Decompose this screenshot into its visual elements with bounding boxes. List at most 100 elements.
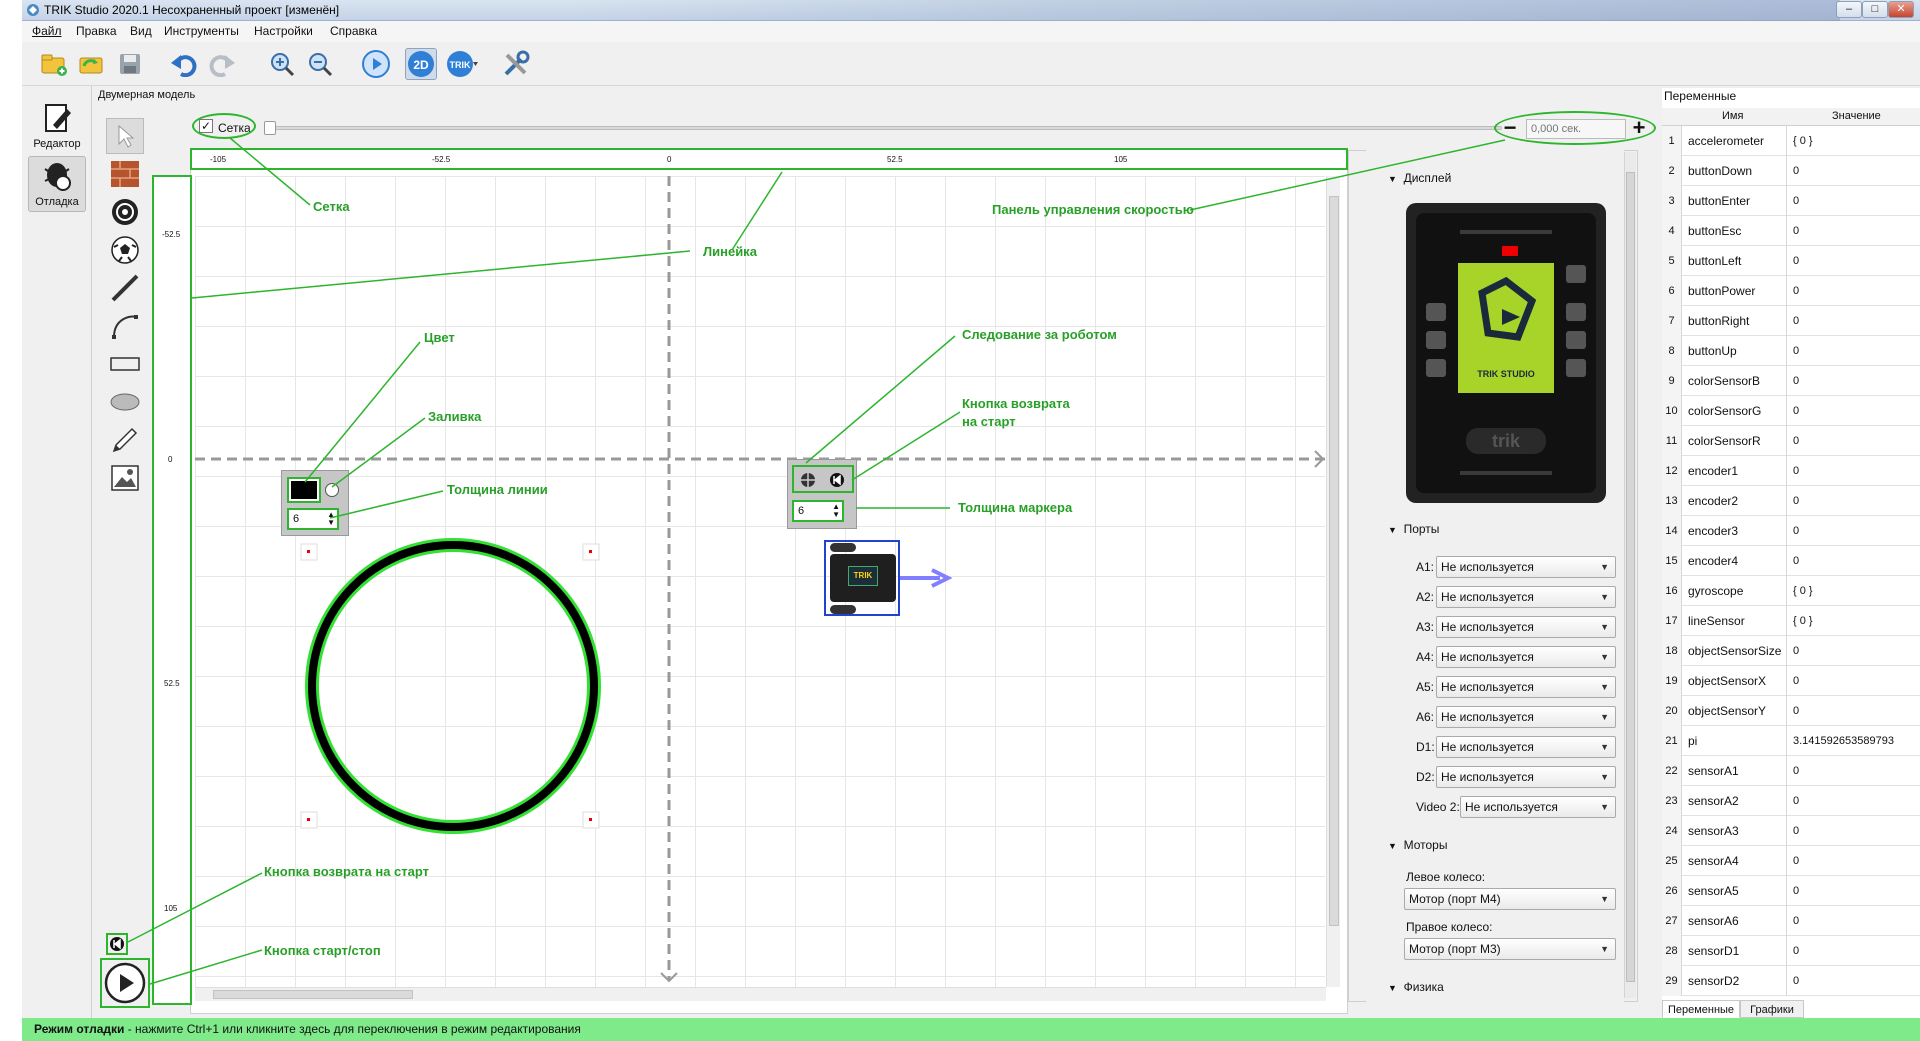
speed-slider-handle[interactable]: [264, 121, 276, 135]
physics-section-title[interactable]: ▼ Физика: [1388, 980, 1444, 994]
port-select[interactable]: Не используется ▼: [1436, 646, 1616, 668]
pencil-tool[interactable]: [106, 422, 144, 458]
port-select[interactable]: Не используется ▼: [1436, 556, 1616, 578]
wall-tool[interactable]: [106, 156, 144, 192]
col-name-header[interactable]: Имя: [1722, 110, 1743, 122]
variable-row[interactable]: 8 buttonUp 0: [1662, 336, 1920, 366]
motors-section-title[interactable]: ▼ Моторы: [1388, 838, 1447, 852]
left-wheel-select[interactable]: Мотор (порт M4) ▼: [1404, 888, 1616, 910]
port-select[interactable]: Не используется ▼: [1436, 706, 1616, 728]
variable-row[interactable]: 25 sensorA4 0: [1662, 846, 1920, 876]
port-select[interactable]: Не используется ▼: [1436, 616, 1616, 638]
menu-settings[interactable]: Настройки: [254, 24, 313, 38]
variable-row[interactable]: 6 buttonPower 0: [1662, 276, 1920, 306]
variable-row[interactable]: 18 objectSensorSize 0: [1662, 636, 1920, 666]
display-button[interactable]: [1566, 331, 1586, 349]
status-bar[interactable]: Режим отладки - нажмите Ctrl+1 или кликн…: [22, 1018, 1920, 1041]
ball-tool[interactable]: [106, 232, 144, 268]
color-picker[interactable]: [287, 477, 321, 503]
display-button[interactable]: [1426, 359, 1446, 377]
port-select[interactable]: Не используется ▼: [1436, 736, 1616, 758]
variable-row[interactable]: 2 buttonDown 0: [1662, 156, 1920, 186]
speed-slider-track[interactable]: [270, 126, 1502, 130]
2d-mode-button[interactable]: 2D: [405, 48, 437, 80]
col-value-header[interactable]: Значение: [1832, 110, 1881, 122]
settings-scrollbar[interactable]: [1624, 152, 1636, 998]
follow-robot-button[interactable]: [797, 470, 819, 490]
close-button[interactable]: ✕: [1888, 1, 1914, 18]
variable-row[interactable]: 5 buttonLeft 0: [1662, 246, 1920, 276]
marker-thickness-spinner[interactable]: 6 ▲ ▼: [792, 500, 844, 522]
variable-row[interactable]: 9 colorSensorB 0: [1662, 366, 1920, 396]
variable-row[interactable]: 12 encoder1 0: [1662, 456, 1920, 486]
port-select[interactable]: Не используется ▼: [1436, 766, 1616, 788]
right-wheel-select[interactable]: Мотор (порт M3) ▼: [1404, 938, 1616, 960]
display-button[interactable]: [1566, 359, 1586, 377]
robot-model[interactable]: TRIK: [824, 540, 900, 616]
variable-row[interactable]: 29 sensorD2 0: [1662, 966, 1920, 996]
run-icon[interactable]: [360, 48, 392, 80]
minimize-button[interactable]: –: [1836, 1, 1862, 18]
rectangle-tool[interactable]: [106, 346, 144, 382]
variable-row[interactable]: 7 buttonRight 0: [1662, 306, 1920, 336]
start-stop-button[interactable]: [100, 958, 150, 1008]
new-project-icon[interactable]: [38, 48, 70, 80]
editor-mode-button[interactable]: Редактор: [28, 98, 86, 154]
display-button[interactable]: [1566, 265, 1586, 283]
line-tool[interactable]: [106, 270, 144, 306]
cursor-tool[interactable]: [106, 118, 144, 154]
maximize-button[interactable]: □: [1862, 1, 1888, 18]
display-button[interactable]: [1566, 303, 1586, 321]
display-button[interactable]: [1426, 303, 1446, 321]
return-to-start-button[interactable]: [106, 933, 128, 955]
trik-kit-button[interactable]: TRIK: [446, 48, 478, 80]
variable-row[interactable]: 23 sensorA2 0: [1662, 786, 1920, 816]
display-section-title[interactable]: ▼ Дисплей: [1388, 171, 1451, 185]
undo-icon[interactable]: [168, 48, 200, 80]
zoom-out-icon[interactable]: [304, 48, 336, 80]
port-select[interactable]: Не используется ▼: [1436, 676, 1616, 698]
robot-return-button[interactable]: [826, 470, 848, 490]
menu-edit[interactable]: Правка: [76, 24, 117, 38]
tab-graphs[interactable]: Графики: [1740, 1000, 1804, 1018]
variable-row[interactable]: 28 sensorD1 0: [1662, 936, 1920, 966]
variable-row[interactable]: 14 encoder3 0: [1662, 516, 1920, 546]
display-button[interactable]: [1426, 331, 1446, 349]
variable-row[interactable]: 20 objectSensorY 0: [1662, 696, 1920, 726]
curve-tool[interactable]: [106, 308, 144, 344]
debug-mode-button[interactable]: Отладка: [28, 156, 86, 212]
variable-row[interactable]: 17 lineSensor { 0 }: [1662, 606, 1920, 636]
canvas-vertical-scrollbar[interactable]: [1326, 176, 1340, 987]
menu-file[interactable]: Файл: [32, 24, 62, 38]
variable-row[interactable]: 3 buttonEnter 0: [1662, 186, 1920, 216]
skittle-tool[interactable]: [106, 194, 144, 230]
ellipse-tool[interactable]: [106, 384, 144, 420]
variable-row[interactable]: 13 encoder2 0: [1662, 486, 1920, 516]
redo-icon[interactable]: [206, 48, 238, 80]
tools-icon[interactable]: [500, 48, 532, 80]
variable-row[interactable]: 19 objectSensorX 0: [1662, 666, 1920, 696]
port-select[interactable]: Не используется ▼: [1436, 586, 1616, 608]
canvas-horizontal-scrollbar[interactable]: [195, 987, 1326, 1001]
variable-row[interactable]: 1 accelerometer { 0 }: [1662, 126, 1920, 156]
port-select[interactable]: Не используется ▼: [1460, 796, 1616, 818]
image-tool[interactable]: [106, 460, 144, 496]
save-icon[interactable]: [114, 48, 146, 80]
line-thickness-spinner[interactable]: 6 ▲ ▼: [287, 508, 339, 530]
tab-variables[interactable]: Переменные: [1662, 1000, 1740, 1018]
variable-row[interactable]: 24 sensorA3 0: [1662, 816, 1920, 846]
variable-row[interactable]: 10 colorSensorG 0: [1662, 396, 1920, 426]
menu-view[interactable]: Вид: [130, 24, 152, 38]
ports-section-title[interactable]: ▼ Порты: [1388, 522, 1439, 536]
variable-row[interactable]: 26 sensorA5 0: [1662, 876, 1920, 906]
open-icon[interactable]: [76, 48, 108, 80]
variable-row[interactable]: 21 pi 3.141592653589793: [1662, 726, 1920, 756]
menu-tools[interactable]: Инструменты: [164, 24, 239, 38]
variable-row[interactable]: 11 colorSensorR 0: [1662, 426, 1920, 456]
fill-toggle[interactable]: [325, 483, 339, 497]
variable-row[interactable]: 22 sensorA1 0: [1662, 756, 1920, 786]
variable-row[interactable]: 4 buttonEsc 0: [1662, 216, 1920, 246]
variable-row[interactable]: 27 sensorA6 0: [1662, 906, 1920, 936]
zoom-in-icon[interactable]: [266, 48, 298, 80]
variable-row[interactable]: 16 gyroscope { 0 }: [1662, 576, 1920, 606]
